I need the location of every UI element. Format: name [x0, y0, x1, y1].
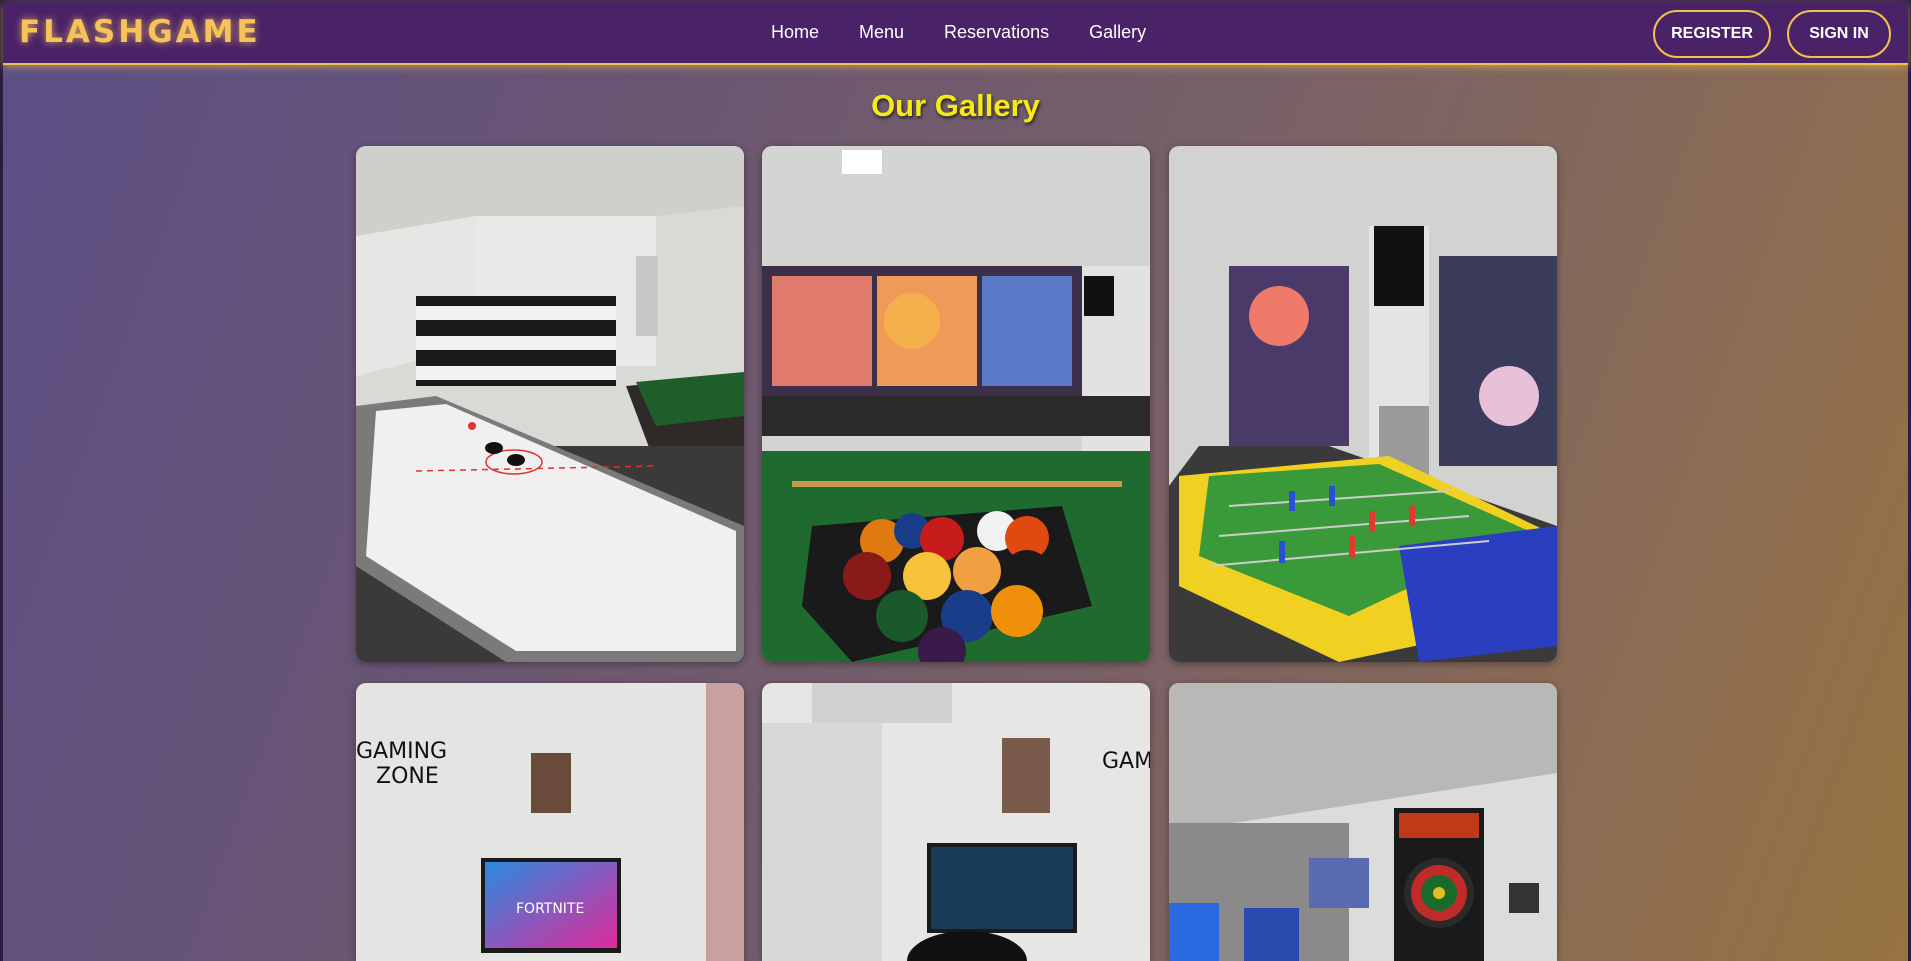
gallery-photo-foosball[interactable]: [1169, 146, 1557, 662]
nav-link-home[interactable]: Home: [771, 22, 819, 43]
gallery-photo-billiards[interactable]: [762, 146, 1150, 662]
svg-text:GAM: GAM: [1102, 749, 1150, 774]
gallery-photo-darts[interactable]: [1169, 683, 1557, 961]
nav-link-gallery[interactable]: Gallery: [1089, 22, 1146, 43]
window-frame-left: [0, 0, 3, 961]
darts-image: [1169, 683, 1557, 961]
foosball-image: [1169, 146, 1557, 662]
top-navbar: FLASHGAME Home Menu Reservations Gallery…: [3, 2, 1908, 65]
brand-logo[interactable]: FLASHGAME: [19, 14, 261, 50]
register-button[interactable]: REGISTER: [1653, 10, 1771, 58]
nav-link-reservations[interactable]: Reservations: [944, 22, 1049, 43]
gallery-photo-gaming-zone-fifa[interactable]: GAM: [762, 683, 1150, 961]
svg-text:FORTNITE: FORTNITE: [516, 901, 584, 917]
gaming-zone-tv-image: GAMING ZONE FORTNITE: [356, 683, 744, 961]
gaming-zone-wall-text: GAMING: [356, 739, 447, 764]
sign-in-button[interactable]: SIGN IN: [1787, 10, 1891, 58]
main-nav: Home Menu Reservations Gallery: [771, 22, 1186, 43]
svg-text:ZONE: ZONE: [376, 764, 439, 789]
billiards-image: [762, 146, 1150, 662]
gallery-title: Our Gallery: [871, 88, 1040, 123]
gallery-photo-gaming-zone-tv[interactable]: GAMING ZONE FORTNITE: [356, 683, 744, 961]
nav-link-menu[interactable]: Menu: [859, 22, 904, 43]
gallery-photo-air-hockey[interactable]: [356, 146, 744, 662]
gaming-zone-fifa-image: GAM: [762, 683, 1150, 961]
air-hockey-image: [356, 146, 744, 662]
